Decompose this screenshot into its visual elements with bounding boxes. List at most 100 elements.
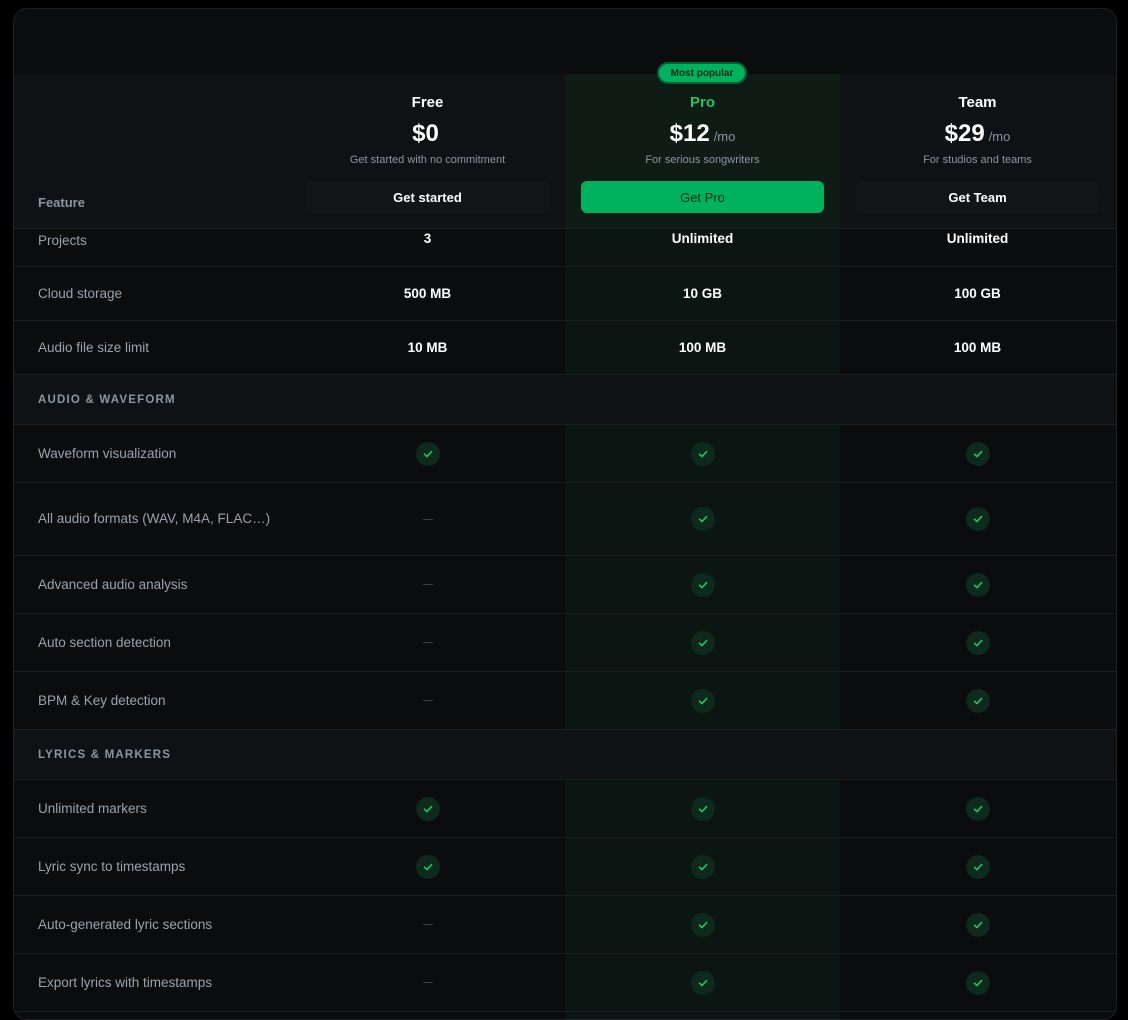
pricing-comparison-card: Feature Free $0 Get started with no comm…	[13, 8, 1117, 1020]
plan-cell	[290, 780, 565, 837]
plan-cell: 3	[290, 229, 565, 266]
feature-name: BPM & Key detection	[38, 692, 166, 708]
plan-cell	[840, 614, 1115, 671]
check-icon	[690, 572, 715, 597]
plan-value: Unlimited	[946, 231, 1009, 246]
feature-name: Advanced audio analysis	[38, 576, 188, 592]
table-row: Projects 3 Unlimited Unlimited	[14, 229, 1116, 267]
check-icon	[690, 912, 715, 937]
get-pro-button[interactable]: Get Pro	[581, 181, 824, 213]
plan-period: /mo	[988, 129, 1011, 144]
plan-cell	[565, 954, 840, 1011]
check-icon	[690, 688, 715, 713]
plan-value: 100 GB	[954, 286, 1001, 301]
plan-value: Unlimited	[671, 231, 734, 246]
check-icon	[965, 970, 990, 995]
plan-pro: Most popular Pro $12 /mo For serious son…	[565, 62, 840, 228]
plan-cell	[840, 838, 1115, 895]
check-icon	[965, 507, 990, 531]
plan-cell	[840, 483, 1115, 555]
plan-description: Get started with no commitment	[349, 154, 506, 166]
table-row: Cloud storage 500 MB 10 GB 100 GB	[14, 267, 1116, 321]
section-title: LYRICS & MARKERS	[38, 748, 172, 761]
plan-name: Pro	[689, 94, 715, 111]
plan-cell	[290, 483, 565, 555]
get-started-button[interactable]: Get started	[306, 181, 549, 213]
plan-value: 3	[423, 231, 432, 246]
section-header-row: AUDIO & WAVEFORM	[14, 375, 1116, 425]
plan-cell	[290, 425, 565, 482]
plan-value: 500 MB	[403, 286, 452, 301]
feature-name: All audio formats (WAV, M4A, FLAC…)	[38, 511, 271, 526]
table-row: Unlimited markers	[14, 780, 1116, 838]
plan-cell	[290, 556, 565, 613]
plan-price: $12	[669, 120, 710, 147]
plan-description: For serious songwriters	[645, 154, 760, 166]
plan-cell	[565, 556, 840, 613]
plan-value: 100 MB	[678, 340, 727, 355]
plan-cell	[840, 556, 1115, 613]
plan-cell: 10 GB	[565, 267, 840, 320]
feature-name: Lyric sync to timestamps	[38, 858, 186, 874]
check-icon	[690, 441, 715, 466]
plan-cell	[565, 425, 840, 482]
plan-cell: 500 MB	[290, 267, 565, 320]
check-icon	[690, 507, 715, 531]
check-icon	[690, 854, 715, 879]
feature-name: Audio file size limit	[38, 339, 150, 355]
plan-cell: 100 GB	[840, 267, 1115, 320]
feature-column-header: Feature	[38, 195, 85, 210]
plan-description: For studios and teams	[923, 154, 1032, 166]
table-row: Auto section detection	[14, 614, 1116, 672]
section-header-row: LYRICS & MARKERS	[14, 730, 1116, 780]
check-icon	[690, 970, 715, 995]
plan-cell	[565, 838, 840, 895]
plan-cell	[565, 483, 840, 555]
plan-price: $29	[944, 120, 985, 147]
plan-free: Free $0 Get started with no commitment G…	[290, 74, 565, 228]
table-row: Lyric sync to timestamps	[14, 838, 1116, 896]
plan-cell: 100 MB	[840, 321, 1115, 374]
plan-cell	[290, 672, 565, 729]
check-icon	[965, 630, 990, 655]
check-icon	[690, 796, 715, 821]
plan-price-row: $0	[290, 120, 565, 148]
plan-price: $0	[412, 120, 439, 147]
feature-name: Auto section detection	[38, 634, 171, 650]
table-row: Auto-generated lyric sections	[14, 896, 1116, 954]
plan-cell	[840, 954, 1115, 1011]
feature-name: Auto-generated lyric sections	[38, 916, 213, 932]
check-icon	[415, 441, 440, 466]
plan-cell	[290, 838, 565, 895]
plan-value: 100 MB	[953, 340, 1002, 355]
plan-cell	[290, 896, 565, 953]
plan-price-row: $12 /mo	[565, 120, 840, 148]
table-row: Waveform visualization	[14, 425, 1116, 483]
plan-cell	[840, 425, 1115, 482]
check-icon	[965, 572, 990, 597]
get-team-button[interactable]: Get Team	[856, 181, 1099, 213]
plan-cell	[565, 780, 840, 837]
most-popular-badge: Most popular	[657, 62, 747, 84]
check-icon	[965, 796, 990, 821]
plan-cell	[840, 672, 1115, 729]
plan-value: 10 GB	[682, 286, 723, 301]
check-icon	[415, 854, 440, 879]
plan-cell	[840, 896, 1115, 953]
feature-rows: Projects 3 Unlimited Unlimited Cloud storage…	[14, 229, 1116, 1012]
feature-name: Export lyrics with timestamps	[38, 974, 213, 990]
plan-period: /mo	[713, 129, 736, 144]
table-row: BPM & Key detection	[14, 672, 1116, 730]
plan-cell	[565, 672, 840, 729]
dash-icon	[422, 982, 433, 983]
dash-icon	[422, 924, 433, 925]
plan-value: 10 MB	[407, 340, 448, 355]
table-row: Advanced audio analysis	[14, 556, 1116, 614]
feature-name: Unlimited markers	[38, 800, 147, 816]
table-row: All audio formats (WAV, M4A, FLAC…)	[14, 483, 1116, 556]
plan-cell: 10 MB	[290, 321, 565, 374]
check-icon	[415, 796, 440, 821]
dash-icon	[422, 584, 433, 585]
dash-icon	[422, 518, 433, 520]
plan-name: Team	[958, 94, 997, 111]
